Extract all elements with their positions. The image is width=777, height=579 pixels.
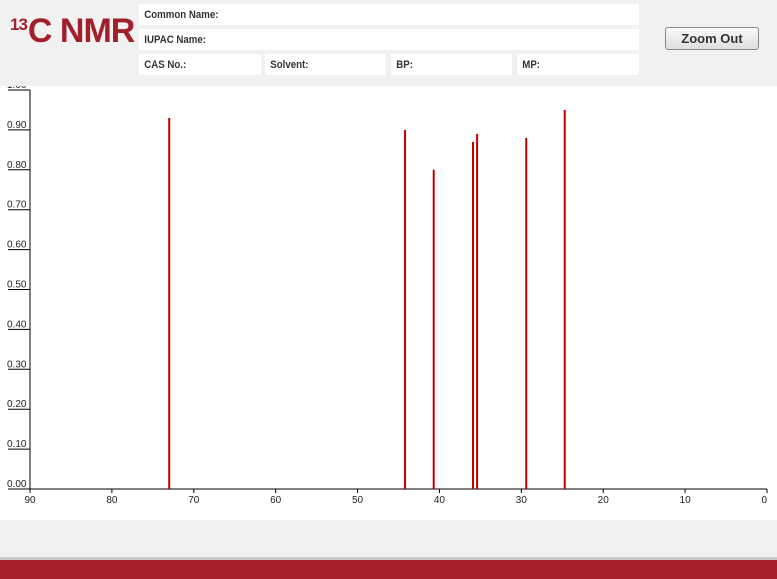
- y-tick-label: 0.30: [7, 359, 27, 370]
- app-title: 13C NMR: [10, 12, 135, 50]
- x-tick-label: 50: [352, 495, 364, 506]
- y-tick-label: 0.10: [7, 439, 27, 450]
- app-title-text: C NMR: [27, 12, 135, 50]
- common-name-label: Common Name:: [144, 8, 219, 21]
- isotope-superscript: 13: [10, 15, 28, 34]
- spectrum-plot-area[interactable]: 0.00 0.10 0.20 0.30 0.40 0.50 0.60 0.70 0.80 0.90…: [0, 86, 777, 520]
- y-tick-label: 0.70: [7, 200, 27, 211]
- y-tick-label: 0.80: [7, 160, 27, 171]
- y-tick-label: 0.90: [7, 120, 27, 131]
- header-panel: 13C NMR Common Name: IUPAC Name: CAS No.…: [0, 0, 777, 557]
- mp-label: MP:: [522, 58, 541, 71]
- iupac-name-label: IUPAC Name:: [144, 33, 206, 46]
- solvent-field[interactable]: Solvent:: [265, 54, 386, 75]
- x-tick-label: 20: [598, 495, 610, 506]
- y-tick-label: 0.40: [7, 319, 27, 330]
- bp-field[interactable]: BP:: [391, 54, 512, 75]
- common-name-field[interactable]: Common Name:: [139, 4, 639, 25]
- x-tick-label: 90: [24, 495, 36, 506]
- iupac-name-field[interactable]: IUPAC Name:: [139, 29, 639, 50]
- y-tick-label: 0.00: [7, 479, 27, 490]
- x-tick-label: 10: [680, 495, 692, 506]
- y-tick-label: 0.50: [7, 280, 27, 291]
- x-tick-label: 70: [188, 495, 200, 506]
- y-tick-label: 0.20: [7, 399, 27, 410]
- mp-field[interactable]: MP:: [517, 54, 639, 75]
- x-tick-label: 60: [270, 495, 282, 506]
- x-tick-label: 80: [106, 495, 118, 506]
- solvent-label: Solvent:: [270, 58, 309, 71]
- nmr-spectrum-chart[interactable]: 0.00 0.10 0.20 0.30 0.40 0.50 0.60 0.70 0.80 0.90…: [0, 86, 777, 520]
- y-tick-label: 1.00: [7, 86, 27, 91]
- cas-number-label: CAS No.:: [144, 58, 187, 71]
- y-tick-label: 0.60: [7, 240, 27, 251]
- zoom-out-button[interactable]: Zoom Out: [665, 27, 759, 50]
- x-tick-label: 0: [761, 495, 767, 506]
- x-tick-label: 30: [516, 495, 528, 506]
- x-tick-label: 40: [434, 495, 446, 506]
- footer-divider: [0, 557, 777, 560]
- cas-number-field[interactable]: CAS No.:: [139, 54, 261, 75]
- bp-label: BP:: [396, 58, 413, 71]
